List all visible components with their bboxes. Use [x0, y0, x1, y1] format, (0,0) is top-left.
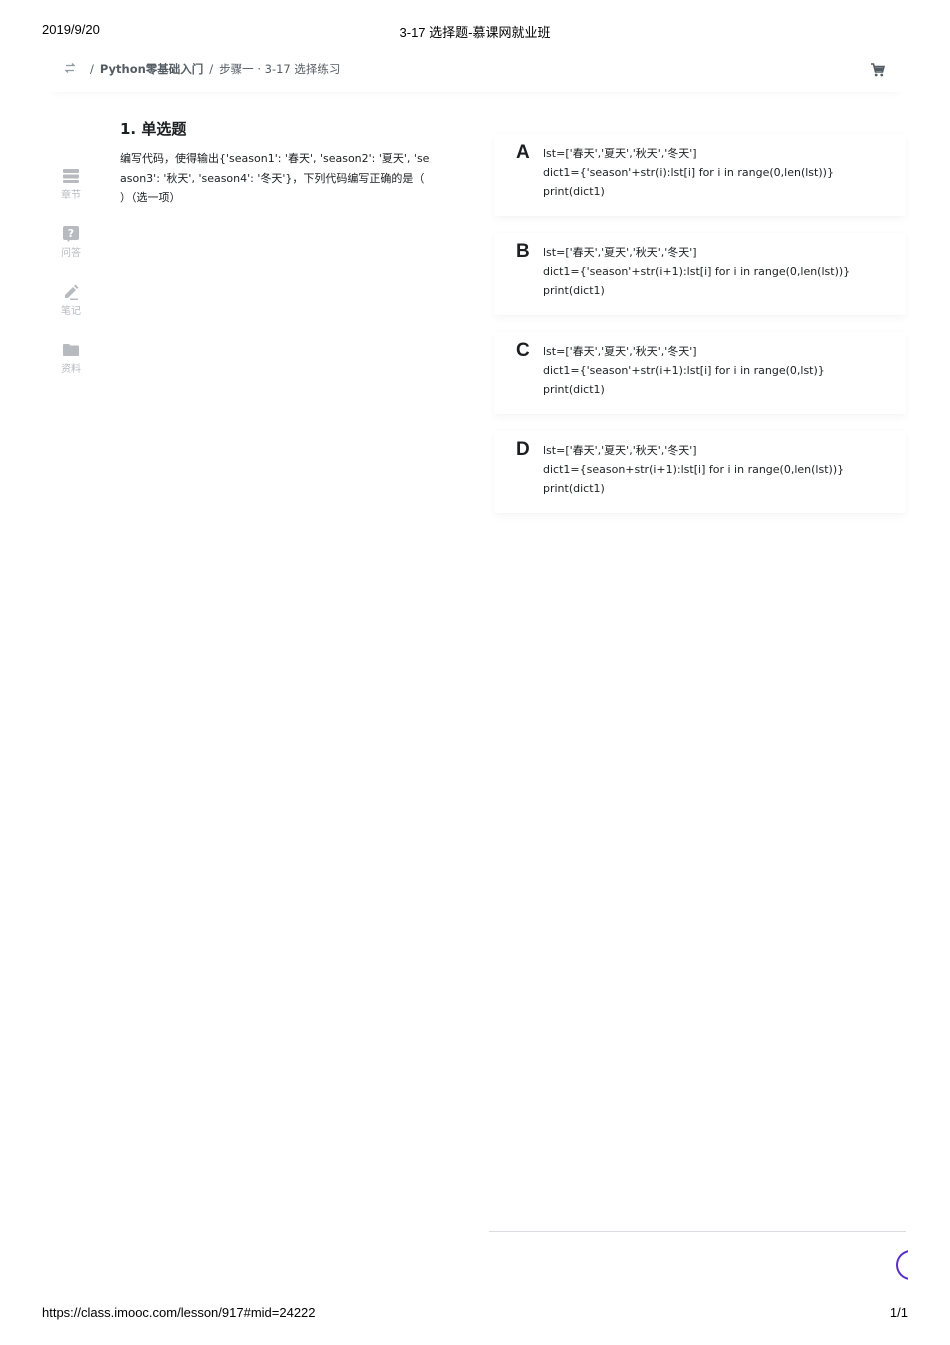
code-line: dict1={'season'+str(i+1):lst[i] for i in…: [543, 364, 825, 377]
code-line: print(dict1): [543, 482, 605, 495]
sidebar-item-qa[interactable]: ? 问答: [48, 226, 94, 266]
answer-options: A lst=['春天','夏天','秋天','冬天'] dict1={'seas…: [494, 134, 906, 530]
option-code: lst=['春天','夏天','秋天','冬天'] dict1={'season…: [543, 342, 825, 399]
code-line: lst=['春天','夏天','秋天','冬天']: [543, 147, 697, 160]
print-footer: https://class.imooc.com/lesson/917#mid=2…: [42, 1305, 908, 1323]
footer-divider: [489, 1231, 906, 1232]
code-line: dict1={'season'+str(i):lst[i] for i in r…: [543, 166, 834, 179]
top-navigation-bar: / Python零基础入门 / 步骤一 · 3-17 选择练习: [48, 52, 906, 92]
option-d[interactable]: D lst=['春天','夏天','秋天','冬天'] dict1={seaso…: [494, 431, 906, 513]
option-letter: D: [516, 439, 530, 460]
cart-icon[interactable]: [870, 62, 886, 78]
option-code: lst=['春天','夏天','秋天','冬天'] dict1={'season…: [543, 144, 834, 201]
code-line: dict1={season+str(i+1):lst[i] for i in r…: [543, 463, 845, 476]
question-title: 1. 单选题: [120, 120, 187, 138]
code-line: lst=['春天','夏天','秋天','冬天']: [543, 246, 697, 259]
breadcrumb-course-link[interactable]: Python零基础入门: [100, 62, 203, 76]
code-line: print(dict1): [543, 185, 605, 198]
option-letter: B: [516, 241, 530, 262]
code-line: dict1={'season'+str(i+1):lst[i] for i in…: [543, 265, 851, 278]
sidebar-item-notes[interactable]: 笔记: [48, 284, 94, 324]
left-sidebar: 章节 ? 问答 笔记 资料: [48, 92, 94, 412]
code-line: print(dict1): [543, 284, 605, 297]
sidebar-item-chapter[interactable]: 章节: [48, 168, 94, 208]
breadcrumb-separator: /: [90, 62, 94, 76]
sidebar-item-materials[interactable]: 资料: [48, 342, 94, 382]
option-code: lst=['春天','夏天','秋天','冬天'] dict1={season+…: [543, 441, 844, 498]
switch-icon[interactable]: [62, 60, 78, 76]
option-c[interactable]: C lst=['春天','夏天','秋天','冬天'] dict1={'seas…: [494, 332, 906, 414]
loading-spinner-icon: [896, 1250, 908, 1280]
option-code: lst=['春天','夏天','秋天','冬天'] dict1={'season…: [543, 243, 850, 300]
code-line: print(dict1): [543, 383, 605, 396]
question-panel: 1. 单选题 编写代码，使得输出{'season1': '春天', 'seaso…: [120, 118, 430, 208]
option-letter: A: [516, 142, 530, 163]
breadcrumb-current-step: 步骤一 · 3-17 选择练习: [219, 62, 341, 76]
question-icon: ?: [63, 226, 79, 242]
sidebar-item-label: 笔记: [61, 306, 81, 317]
code-line: lst=['春天','夏天','秋天','冬天']: [543, 345, 697, 358]
option-b[interactable]: B lst=['春天','夏天','秋天','冬天'] dict1={'seas…: [494, 233, 906, 315]
sidebar-item-label: 资料: [61, 364, 81, 375]
chapter-icon: [63, 169, 79, 183]
print-page-title: 3-17 选择题-慕课网就业班: [399, 25, 551, 40]
question-text: 编写代码，使得输出{'season1': '春天', 'season2': '夏…: [120, 152, 430, 204]
sidebar-item-label: 章节: [61, 190, 81, 201]
print-header: 2019/9/20 3-17 选择题-慕课网就业班: [42, 22, 908, 40]
svg-text:?: ?: [68, 227, 74, 240]
folder-icon: [63, 344, 79, 356]
note-icon: [65, 284, 79, 300]
option-letter: C: [516, 340, 530, 361]
code-line: lst=['春天','夏天','秋天','冬天']: [543, 444, 697, 457]
sidebar-item-label: 问答: [61, 248, 81, 259]
print-url: https://class.imooc.com/lesson/917#mid=2…: [42, 1305, 316, 1320]
breadcrumb-separator: /: [209, 62, 214, 76]
breadcrumb: / Python零基础入门 / 步骤一 · 3-17 选择练习: [84, 61, 340, 77]
print-page-number: 1/1: [889, 1305, 908, 1320]
option-a[interactable]: A lst=['春天','夏天','秋天','冬天'] dict1={'seas…: [494, 134, 906, 216]
